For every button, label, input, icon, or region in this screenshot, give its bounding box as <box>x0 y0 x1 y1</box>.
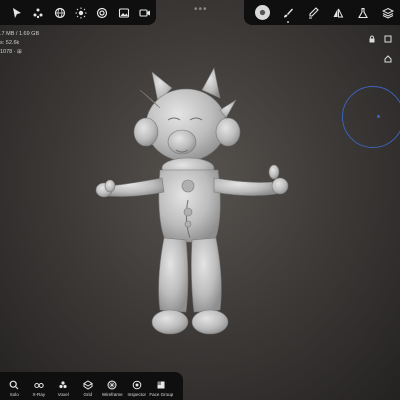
wireframe-button[interactable]: Wireframe <box>100 380 125 397</box>
frame-icon[interactable] <box>384 35 392 43</box>
search-icon <box>9 380 19 390</box>
vertex-stat: s: 52.6k <box>0 40 20 46</box>
xray-button[interactable]: X-Ray <box>27 380 52 397</box>
view-controls <box>368 35 392 43</box>
select-icon[interactable] <box>6 0 27 25</box>
joystick-center <box>377 115 380 118</box>
face-group-button[interactable]: Face Group <box>149 380 174 397</box>
face-group-label: Face Group <box>149 392 174 397</box>
memory-stat: .7 MB / 1.69 GB <box>0 31 40 37</box>
voxel-icon <box>59 381 67 389</box>
grid-icon <box>82 380 93 390</box>
voxel-label: Voxel <box>57 392 69 397</box>
wireframe-icon <box>107 380 117 390</box>
topology-icon[interactable] <box>27 0 48 25</box>
glasses-icon <box>34 383 44 388</box>
sculpt-model[interactable] <box>90 60 305 345</box>
inspector-button[interactable]: Inspector <box>125 380 150 397</box>
flask-icon[interactable] <box>350 0 375 25</box>
solo-label: Solo <box>9 392 19 397</box>
more-icon[interactable]: ••• <box>194 4 208 15</box>
paint-icon[interactable] <box>300 0 325 25</box>
light-icon[interactable] <box>70 0 91 25</box>
bottom-toolbar: Solo X-Ray Voxel Grid Wireframe Inspecto… <box>0 372 183 400</box>
video-icon[interactable] <box>135 0 156 25</box>
target-icon[interactable] <box>92 0 113 25</box>
top-left-toolbar <box>0 0 156 25</box>
grid-button[interactable]: Grid <box>76 380 101 397</box>
inspector-label: Inspector <box>127 392 146 397</box>
face-group-icon <box>157 381 165 389</box>
top-right-toolbar <box>244 0 400 25</box>
scene-stats: .7 MB / 1.69 GB s: 52.6k 1078 · ⊞ <box>0 31 39 58</box>
layers-icon[interactable] <box>375 0 400 25</box>
image-icon[interactable] <box>113 0 134 25</box>
brush-icon[interactable] <box>275 0 300 25</box>
sculpt-brush-icon[interactable] <box>250 0 275 25</box>
grid-label: Grid <box>83 392 92 397</box>
symmetry-icon[interactable] <box>325 0 350 25</box>
lock-icon[interactable] <box>368 35 376 43</box>
voxel-button[interactable]: Voxel <box>51 380 76 397</box>
solo-button[interactable]: Solo <box>2 380 27 397</box>
face-stat: 1078 · ⊞ <box>0 49 22 55</box>
xray-label: X-Ray <box>32 392 45 397</box>
inspector-icon <box>132 380 142 390</box>
navigation-joystick[interactable] <box>342 86 400 148</box>
wireframe-label: Wireframe <box>101 392 123 397</box>
home-icon[interactable] <box>384 55 392 63</box>
sphere-grid-icon[interactable] <box>49 0 70 25</box>
